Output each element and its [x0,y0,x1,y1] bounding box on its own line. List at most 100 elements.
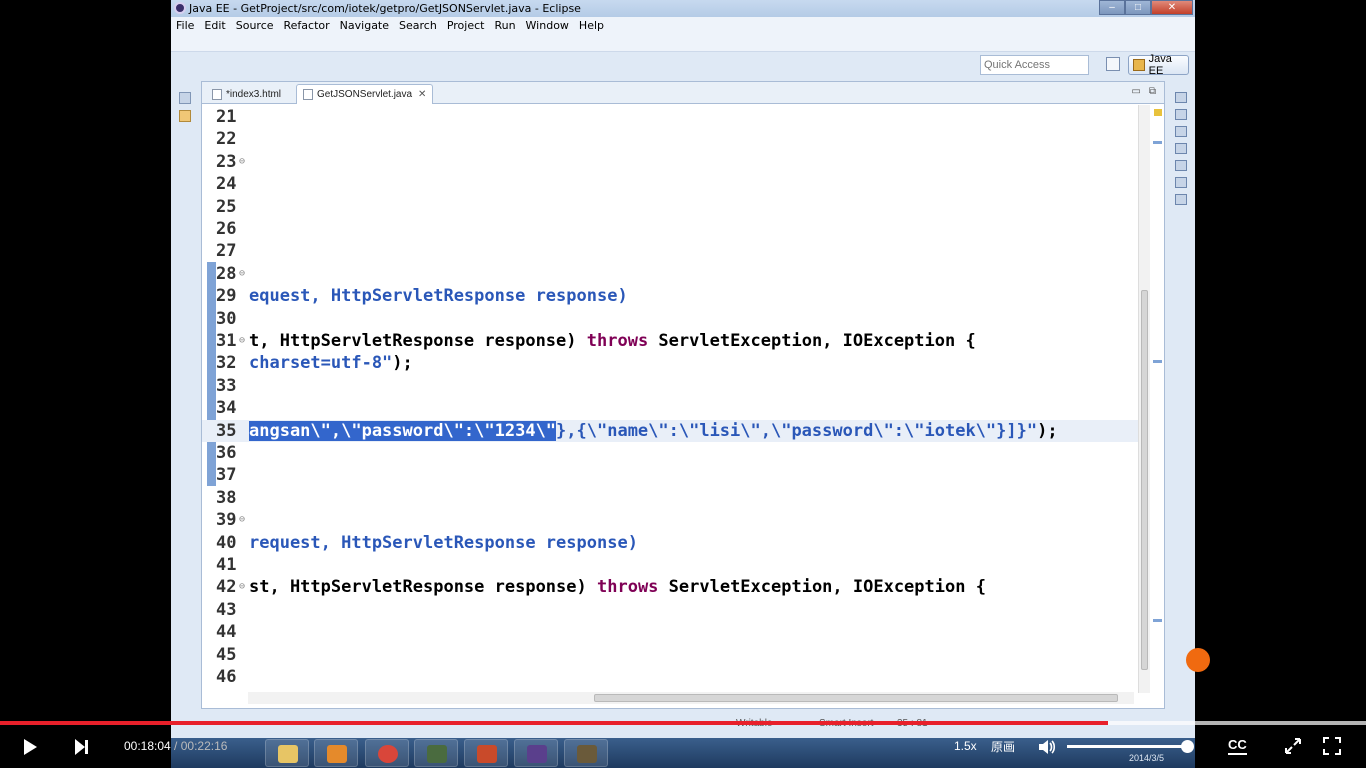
volume-slider[interactable] [1067,740,1194,753]
outline-icon[interactable] [1175,92,1187,103]
close-button[interactable]: ✕ [1151,0,1193,15]
fullscreen-icon[interactable] [1323,737,1341,755]
floating-widget[interactable] [1186,648,1210,672]
perspective-bar: Java EE [171,52,1195,80]
volume-knob[interactable] [1180,740,1194,753]
restore-icon[interactable] [179,92,191,104]
code-line[interactable]: 35 angsan\",\"password\":\"1234\"},{\"nam… [202,419,1138,442]
code-text: t, HttpServletResponse response) throws … [249,330,976,352]
editor-tabs: *index3.html GetJSONServlet.java ✕ ▭ ⧉ [202,82,1164,104]
menu-bar: File Edit Source Refactor Navigate Searc… [171,17,1195,34]
code-line[interactable]: 37 [202,464,1138,486]
fold-toggle-icon[interactable]: ⊖ [239,509,245,531]
fold-toggle-icon[interactable]: ⊖ [239,576,245,598]
code-line[interactable]: 36 [202,442,1138,464]
menu-help[interactable]: Help [579,19,604,32]
line-number: 35 [216,420,237,441]
code-line[interactable]: 22 [202,128,1138,150]
menu-run[interactable]: Run [494,19,515,32]
code-line[interactable]: 26 [202,218,1138,240]
horizontal-scrollbar[interactable] [248,692,1134,704]
open-perspective-icon[interactable] [1106,57,1120,71]
playback-speed-button[interactable]: 1.5x [954,739,977,753]
code-line[interactable]: 44 [202,621,1138,643]
maximize-button[interactable]: □ [1125,0,1151,15]
line-number: 26 [216,219,237,239]
code-line[interactable]: 27 [202,240,1138,262]
tab-label: *index3.html [226,88,282,100]
code-line[interactable]: 30 [202,308,1138,330]
horizontal-scroll-thumb[interactable] [594,694,1118,702]
code-text: equest, HttpServletResponse response) [249,285,628,307]
code-line[interactable]: 21 [202,106,1138,128]
vertical-scroll-thumb[interactable] [1141,290,1148,670]
task-list-icon[interactable] [1175,109,1187,120]
tab-label: GetJSONServlet.java [317,89,413,100]
line-number: 24 [216,174,237,195]
code-token: ServletException, IOException { [648,331,976,351]
java-ee-perspective-button[interactable]: Java EE [1128,53,1189,77]
code-line[interactable]: 28 ⊖ [202,263,1138,285]
code-line[interactable]: 24 [202,173,1138,195]
quality-button[interactable]: 原画 [991,738,1015,755]
code-line[interactable]: 31 ⊖ t, HttpServletResponse response) thro… [202,330,1138,352]
video-progress-bar[interactable] [0,721,1366,725]
duration: 00:22:16 [180,739,228,753]
code-line[interactable]: 25 [202,196,1138,218]
package-explorer-icon[interactable] [179,110,191,122]
code-token: equest, HttpServletResponse response) [249,286,628,307]
servers-icon[interactable] [1175,160,1187,171]
code-line[interactable]: 43 [202,599,1138,621]
code-token: charset=utf-8" [249,353,393,374]
data-source-icon[interactable] [1175,177,1187,188]
captions-button[interactable]: CC [1228,737,1247,755]
fold-toggle-icon[interactable]: ⊖ [239,263,245,285]
menu-project[interactable]: Project [447,19,485,32]
code-line[interactable]: 33 [202,375,1138,397]
code-line[interactable]: 32 charset=utf-8"); [202,352,1138,374]
eclipse-icon [174,2,186,14]
properties-icon[interactable] [1175,143,1187,154]
fold-toggle-icon[interactable]: ⊖ [239,151,245,173]
line-number: 37 [216,465,237,486]
line-number: 34 [216,398,237,419]
minimize-button[interactable]: – [1099,0,1125,15]
code-area[interactable]: 21 22 23 ⊖ 24 25 26 27 28 ⊖ 29 equest, HttpServletR… [202,105,1138,693]
fold-toggle-icon[interactable]: ⊖ [239,330,245,352]
code-line[interactable]: 38 [202,487,1138,509]
code-token: t, HttpServletResponse response) [249,331,587,351]
menu-refactor[interactable]: Refactor [284,19,330,32]
menu-window[interactable]: Window [526,19,569,32]
next-button[interactable] [75,739,89,755]
line-number: 44 [216,622,237,643]
markers-icon[interactable] [1175,126,1187,137]
code-line[interactable]: 46 [202,666,1138,688]
tab-getjsonservlet-java[interactable]: GetJSONServlet.java ✕ [296,84,434,104]
menu-navigate[interactable]: Navigate [340,19,389,32]
picture-in-picture-icon[interactable] [1284,737,1302,755]
minimize-editor-icon[interactable]: ▭ [1131,86,1140,97]
code-line[interactable]: 42 ⊖ st, HttpServletResponse response) thr… [202,576,1138,598]
maximize-editor-icon[interactable]: ⧉ [1149,86,1156,97]
code-line[interactable]: 41 [202,554,1138,576]
code-line[interactable]: 34 [202,397,1138,419]
menu-edit[interactable]: Edit [204,19,225,32]
close-tab-icon[interactable]: ✕ [418,89,426,100]
play-button[interactable] [24,739,37,755]
menu-source[interactable]: Source [236,19,274,32]
code-line[interactable]: 45 [202,644,1138,666]
code-token: ); [392,353,413,374]
volume-level [1067,745,1188,748]
warning-icon [1154,109,1162,116]
volume-icon[interactable] [1037,738,1057,756]
code-line[interactable]: 29 equest, HttpServletResponse response) [202,285,1138,307]
menu-search[interactable]: Search [399,19,437,32]
console-icon[interactable] [1175,194,1187,205]
code-line[interactable]: 23 ⊖ [202,151,1138,173]
code-line[interactable]: 39 ⊖ [202,509,1138,531]
menu-file[interactable]: File [176,19,194,32]
quick-access-input[interactable] [980,55,1089,75]
code-line[interactable]: 40 request, HttpServletResponse response) [202,532,1138,554]
vertical-scrollbar[interactable] [1138,105,1150,693]
tab-index3-html[interactable]: *index3.html [206,84,287,104]
